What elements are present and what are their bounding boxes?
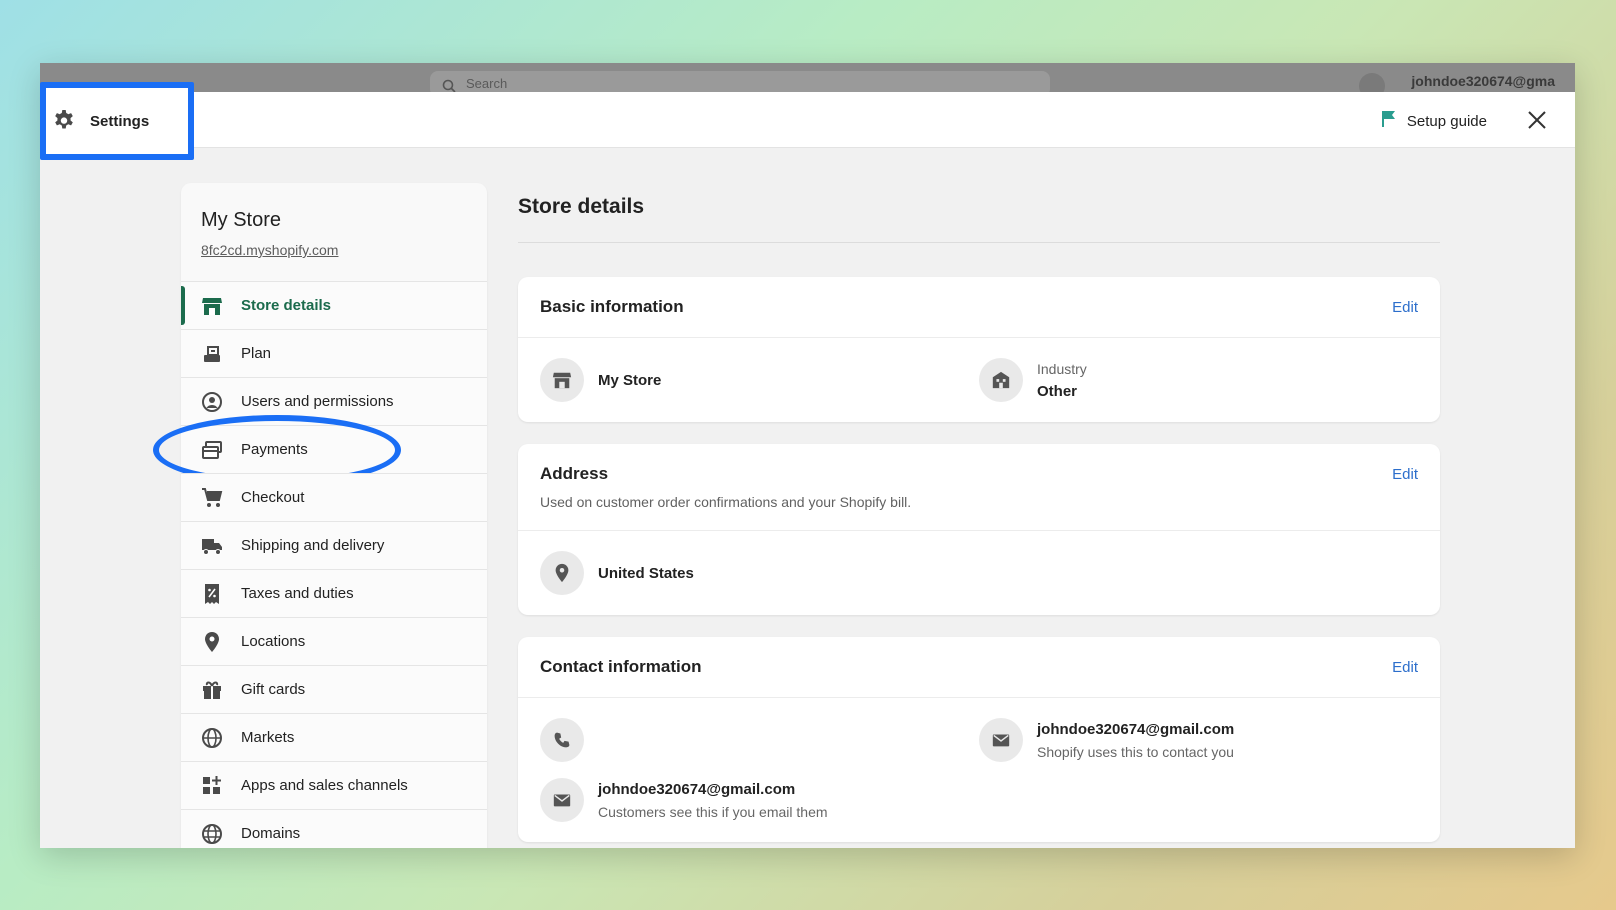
sidebar-item-markets[interactable]: Markets (181, 713, 487, 761)
store-icon (201, 295, 223, 317)
sidebar-item-payments[interactable]: Payments (153, 415, 487, 485)
card-header: Address Used on customer order confirmat… (518, 444, 1440, 531)
settings-nav: Store details Plan Users and permissions (153, 281, 487, 848)
store-email-value: johndoe320674@gmail.com (1037, 720, 1235, 738)
sidebar-item-label: Plan (241, 345, 272, 362)
sidebar-item-taxes[interactable]: Taxes and duties (181, 569, 487, 617)
sidebar-item-label: Checkout (241, 489, 305, 506)
gear-icon (52, 109, 76, 133)
background-topbar: Search johndoe320674@gma (40, 63, 1575, 99)
industry-value: Other (1037, 382, 1078, 400)
sidebar-item-label: Locations (241, 633, 306, 650)
sender-email-value: johndoe320674@gmail.com (598, 780, 796, 798)
card-body: United States (518, 531, 1440, 615)
store-header: My Store 8fc2cd.myshopify.com (181, 183, 487, 281)
basic-information-card: Basic information Edit My Store Industry (518, 277, 1440, 422)
gift-icon (201, 679, 223, 701)
sidebar-item-store-details[interactable]: Store details (181, 281, 487, 329)
receipt-icon (201, 583, 223, 605)
settings-title-highlight: Settings (40, 82, 194, 160)
card-subtitle: Used on customer order confirmations and… (540, 494, 912, 510)
phone-field (540, 716, 979, 764)
background-search-placeholder: Search (466, 76, 508, 91)
sidebar-item-label: Payments (241, 441, 308, 458)
country-value: United States (598, 564, 694, 582)
globe-icon (201, 727, 223, 749)
page-title: Store details (518, 183, 1440, 243)
card-title: Contact information (540, 657, 702, 676)
settings-header: Settings Setup guide (40, 82, 1575, 160)
card-title: Basic information (540, 297, 684, 316)
card-body: My Store Industry Other (518, 338, 1440, 422)
settings-title: Settings (90, 112, 150, 130)
location-pin-icon (540, 551, 584, 595)
store-icon (540, 358, 584, 402)
sidebar-item-label: Store details (241, 297, 332, 314)
sidebar-item-domains[interactable]: Domains (181, 809, 487, 848)
sidebar-item-locations[interactable]: Locations (181, 617, 487, 665)
settings-sidebar: My Store 8fc2cd.myshopify.com Store deta… (153, 183, 487, 848)
country-field: United States (540, 549, 1418, 597)
sidebar-item-label: Apps and sales channels (241, 777, 408, 794)
address-card: Address Used on customer order confirmat… (518, 444, 1440, 615)
truck-icon (201, 535, 223, 557)
sidebar-item-label: Shipping and delivery (241, 537, 385, 554)
sidebar-item-plan[interactable]: Plan (181, 329, 487, 377)
sidebar-item-apps[interactable]: Apps and sales channels (181, 761, 487, 809)
card-body: johndoe320674@gmail.com Shopify uses thi… (518, 698, 1440, 842)
domain-globe-icon (201, 823, 223, 845)
mail-icon (540, 778, 584, 822)
user-icon (201, 391, 223, 413)
card-header: Contact information Edit (518, 637, 1440, 698)
sender-email-field: johndoe320674@gmail.com Customers see th… (540, 776, 979, 824)
cart-icon (201, 487, 223, 509)
sidebar-item-gift-cards[interactable]: Gift cards (181, 665, 487, 713)
payments-icon (201, 439, 223, 461)
building-icon (979, 358, 1023, 402)
sidebar-item-label: Taxes and duties (241, 585, 354, 602)
store-name: My Store (201, 209, 282, 231)
close-icon (1528, 111, 1546, 129)
sidebar-item-label: Users and permissions (241, 393, 394, 410)
edit-address-button[interactable]: Edit (1392, 466, 1418, 483)
mail-icon (979, 718, 1023, 762)
store-name-field: My Store (540, 356, 979, 404)
sidebar-item-checkout[interactable]: Checkout (181, 473, 487, 521)
sidebar-item-users[interactable]: Users and permissions (181, 377, 487, 425)
edit-basic-information-button[interactable]: Edit (1392, 299, 1418, 316)
edit-contact-information-button[interactable]: Edit (1392, 659, 1418, 676)
settings-window: Search johndoe320674@gma Settings Setup … (40, 63, 1575, 848)
location-pin-icon (201, 631, 223, 653)
plan-icon (201, 343, 223, 365)
store-email-field: johndoe320674@gmail.com Shopify uses thi… (979, 716, 1418, 764)
store-email-note: Shopify uses this to contact you (1037, 743, 1234, 760)
industry-label: Industry (1037, 360, 1087, 377)
sidebar-item-label: Gift cards (241, 681, 306, 698)
store-url-link[interactable]: 8fc2cd.myshopify.com (201, 242, 467, 258)
sender-email-note: Customers see this if you email them (598, 803, 828, 820)
card-title: Address (540, 464, 609, 483)
apps-icon (201, 775, 223, 797)
store-details-main: Store details Basic information Edit My … (518, 183, 1440, 842)
close-button[interactable] (1523, 106, 1551, 134)
setup-guide-button[interactable]: Setup guide (1381, 110, 1487, 132)
setup-guide-label: Setup guide (1406, 112, 1487, 130)
phone-icon (540, 718, 584, 762)
contact-information-card: Contact information Edit johndoe320674@g… (518, 637, 1440, 842)
industry-field: Industry Other (979, 356, 1418, 404)
sidebar-item-label: Markets (241, 729, 295, 746)
sidebar-item-shipping[interactable]: Shipping and delivery (181, 521, 487, 569)
store-name-value: My Store (598, 371, 662, 389)
sidebar-item-label: Domains (241, 825, 301, 842)
card-header: Basic information Edit (518, 277, 1440, 338)
flag-icon (1381, 110, 1397, 132)
background-user-label: johndoe320674@gma (1411, 73, 1555, 89)
